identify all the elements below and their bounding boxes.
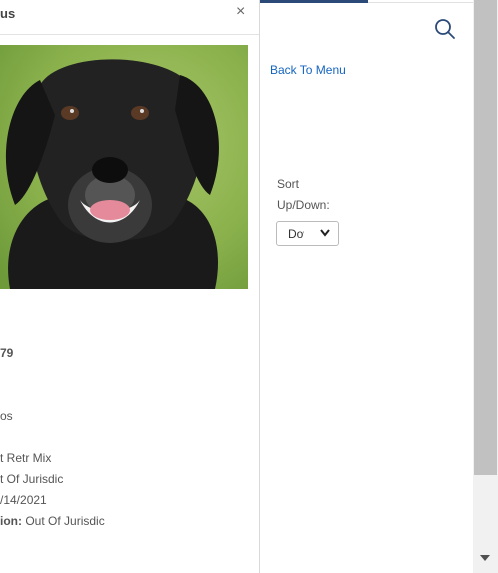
chevron-down-icon	[320, 229, 330, 237]
close-icon[interactable]: ×	[236, 4, 245, 20]
pet-location-value: Out Of Jurisdic	[25, 514, 105, 528]
pet-id-value: 79	[0, 346, 14, 360]
search-icon[interactable]	[434, 18, 456, 40]
pet-location-label: ion:	[0, 514, 22, 528]
scrollbar-thumb[interactable]	[474, 0, 497, 475]
filter-panel	[260, 0, 473, 573]
modal-header: us ×	[0, 0, 259, 35]
pet-photo	[0, 45, 248, 289]
pet-origin-value: t Of Jurisdic	[0, 472, 64, 486]
scroll-down-arrow-icon[interactable]	[479, 553, 491, 563]
active-tab-indicator	[260, 0, 368, 3]
modal-title: us	[0, 6, 16, 21]
sort-label: Sort	[277, 177, 300, 191]
back-to-menu-link[interactable]: Back To Menu	[270, 63, 346, 77]
pet-breed-value: t Retr Mix	[0, 451, 52, 465]
sort-select-value: Down	[288, 227, 304, 241]
pet-location-row: ion: Out Of Jurisdic	[0, 514, 105, 528]
pet-date-value: /14/2021	[0, 493, 47, 507]
sort-label-direction: Up/Down:	[277, 198, 330, 212]
pet-detail-modal: us × 79 os t Retr Mix t Of Jurisdic /14/…	[0, 0, 260, 573]
tab-divider	[368, 2, 473, 3]
pet-detail-line: os	[0, 409, 13, 423]
sort-direction-select[interactable]: Down	[276, 221, 339, 246]
